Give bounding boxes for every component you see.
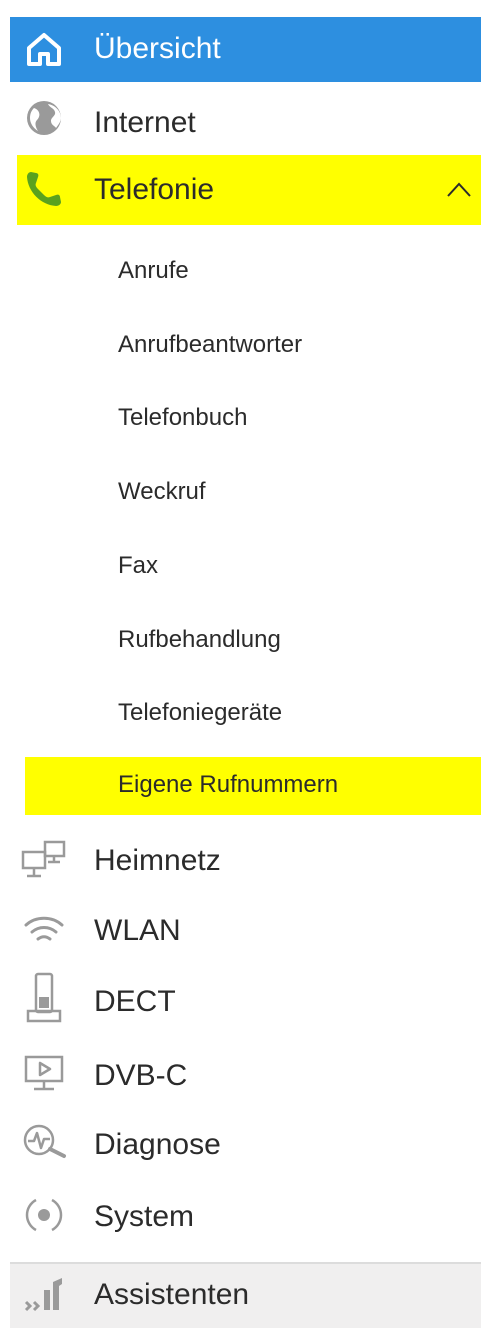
assistant-icon bbox=[20, 1272, 68, 1320]
sub-item-anrufe[interactable]: Anrufe bbox=[25, 252, 481, 292]
nav-item-overview[interactable]: Übersicht bbox=[10, 17, 481, 82]
nav-item-dvbc[interactable]: DVB-C bbox=[10, 1045, 481, 1105]
sub-item-label: Fax bbox=[118, 552, 159, 579]
sub-item-weckruf[interactable]: Weckruf bbox=[25, 473, 481, 513]
nav-label-dect: DECT bbox=[94, 985, 176, 1018]
nav-item-telefonie[interactable]: Telefonie bbox=[17, 155, 481, 225]
tv-icon bbox=[20, 1050, 68, 1098]
diagnose-icon bbox=[20, 1119, 68, 1167]
sub-item-telefoniegeraete[interactable]: Telefoniegeräte bbox=[25, 694, 481, 734]
sub-item-eigene-rufnummern[interactable]: Eigene Rufnummern bbox=[25, 757, 481, 815]
nav-item-internet[interactable]: Internet bbox=[10, 92, 481, 154]
nav-label-wlan: WLAN bbox=[94, 914, 181, 947]
wifi-icon bbox=[20, 906, 68, 954]
nav-item-system[interactable]: System bbox=[10, 1185, 481, 1247]
sub-item-label: Telefoniegeräte bbox=[118, 699, 283, 726]
chevron-up-icon[interactable] bbox=[444, 175, 474, 205]
sub-item-anrufbeantworter[interactable]: Anrufbeantworter bbox=[25, 326, 481, 366]
system-icon bbox=[20, 1191, 68, 1239]
sub-item-fax[interactable]: Fax bbox=[25, 547, 481, 587]
globe-icon bbox=[20, 94, 68, 142]
phone-icon bbox=[20, 165, 68, 213]
nav-label-heimnetz: Heimnetz bbox=[94, 844, 221, 877]
nav-item-heimnetz[interactable]: Heimnetz bbox=[10, 833, 481, 889]
home-icon bbox=[20, 25, 68, 73]
sub-item-label: Anrufe bbox=[118, 257, 189, 284]
nav-item-wlan[interactable]: WLAN bbox=[10, 902, 481, 958]
nav-label-system: System bbox=[94, 1200, 195, 1233]
nav-label-diagnose: Diagnose bbox=[94, 1128, 221, 1161]
sub-item-rufbehandlung[interactable]: Rufbehandlung bbox=[25, 621, 481, 661]
sub-item-label: Eigene Rufnummern bbox=[118, 771, 339, 798]
nav-label-telefonie: Telefonie bbox=[94, 173, 215, 206]
sub-item-label: Anrufbeantworter bbox=[118, 331, 303, 358]
nav-item-assistenten[interactable]: Assistenten bbox=[10, 1262, 481, 1328]
nav-label-overview: Übersicht bbox=[94, 32, 221, 65]
nav-item-diagnose[interactable]: Diagnose bbox=[10, 1114, 481, 1174]
sub-item-label: Weckruf bbox=[118, 478, 206, 505]
sub-item-telefonbuch[interactable]: Telefonbuch bbox=[25, 399, 481, 439]
nav-label-assistenten: Assistenten bbox=[94, 1278, 250, 1311]
nav-label-internet: Internet bbox=[94, 106, 196, 139]
sub-item-label: Telefonbuch bbox=[118, 404, 248, 431]
nav-label-dvbc: DVB-C bbox=[94, 1059, 188, 1092]
sub-item-label: Rufbehandlung bbox=[118, 626, 281, 653]
nav-item-dect[interactable]: DECT bbox=[10, 968, 481, 1034]
dect-phone-icon bbox=[20, 972, 68, 1023]
network-icon bbox=[20, 837, 68, 885]
